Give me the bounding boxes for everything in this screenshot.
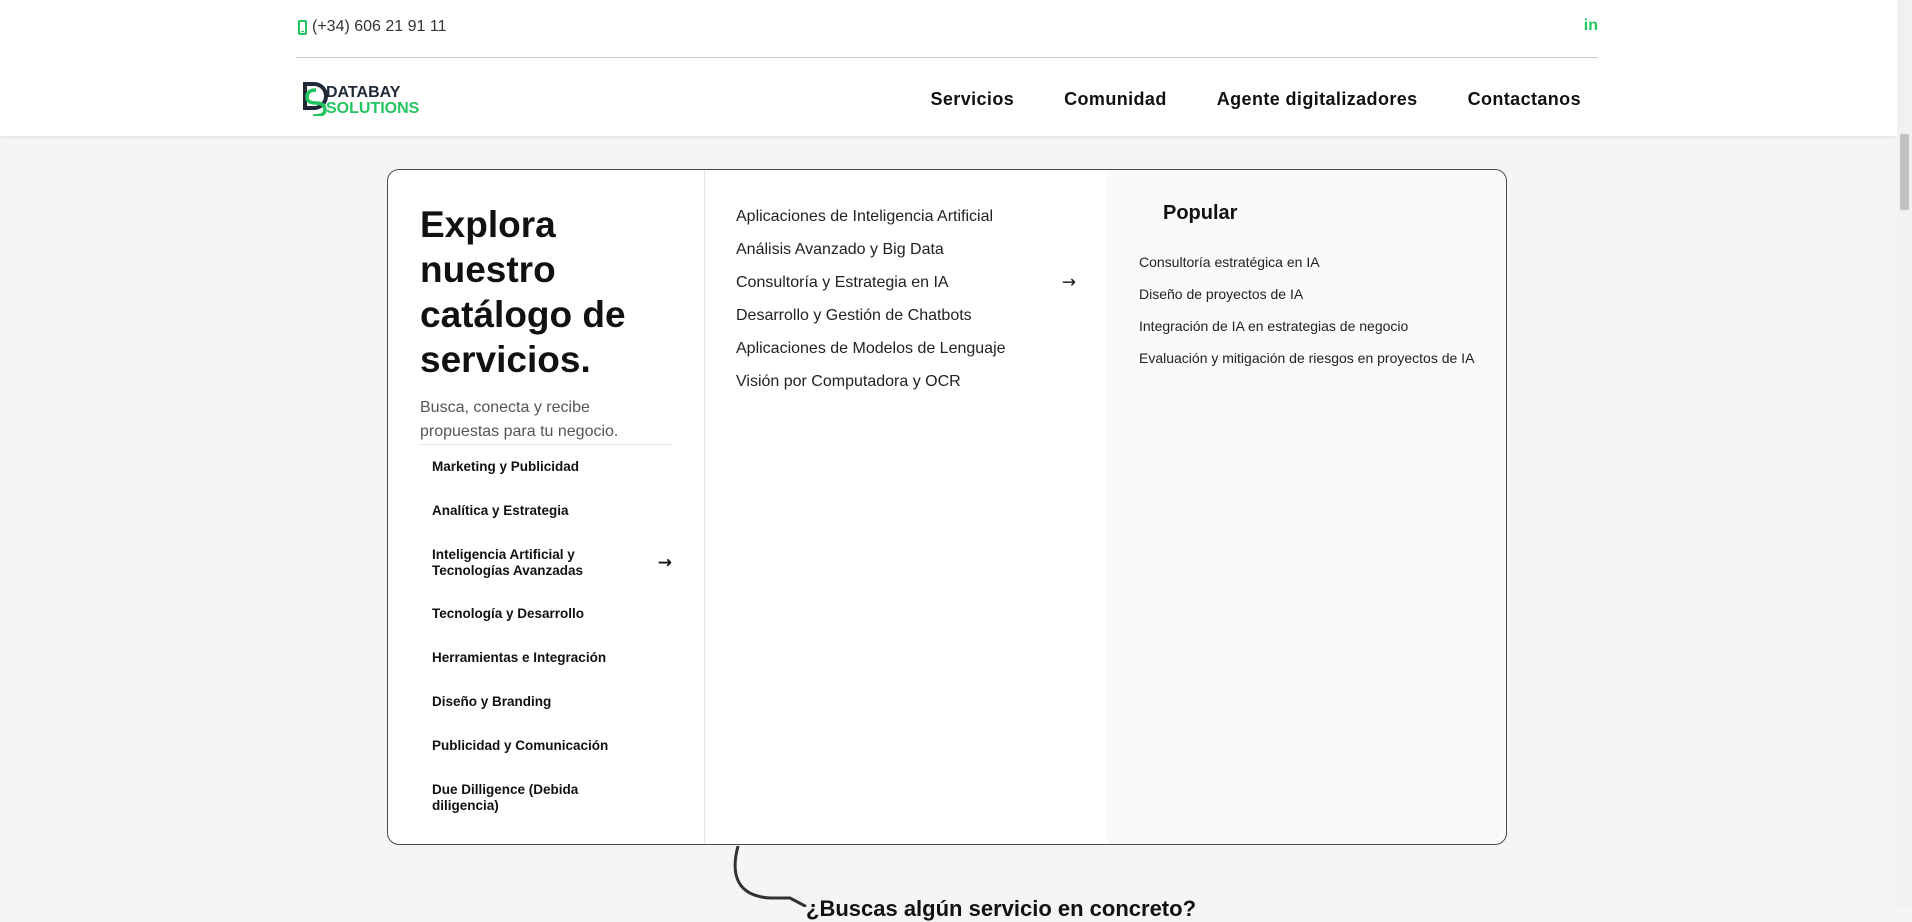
- site-header: (+34) 606 21 91 11 in DATABAY SOLUTIONS …: [0, 0, 1897, 136]
- databay-logo[interactable]: DATABAY SOLUTIONS: [302, 80, 448, 116]
- logo-text-line2: SOLUTIONS: [326, 100, 420, 116]
- category-label: Analítica y Estrategia: [432, 503, 569, 518]
- popular-item[interactable]: Consultoría estratégica en IA: [1139, 246, 1509, 278]
- subcategories-column: Aplicaciones de Inteligencia Artificial …: [704, 170, 1108, 844]
- nav-servicios[interactable]: Servicios: [930, 89, 1014, 110]
- decorative-curve: [733, 846, 807, 907]
- top-bar: (+34) 606 21 91 11 in: [296, 0, 1598, 58]
- phone-contact[interactable]: (+34) 606 21 91 11: [296, 18, 446, 36]
- subcategory-item[interactable]: Aplicaciones de Inteligencia Artificial: [736, 200, 1076, 233]
- category-label: Due Dilligence (Debida diligencia): [432, 782, 579, 813]
- popular-title: Popular: [1163, 202, 1238, 224]
- services-mega-menu: Explora nuestro catálogo de servicios. B…: [387, 169, 1507, 845]
- category-label: Inteligencia Artificial y Tecnologías Av…: [432, 547, 584, 578]
- category-item[interactable]: Tecnología y Desarrollo: [432, 606, 672, 622]
- arrow-right-icon: →: [657, 553, 672, 573]
- category-item[interactable]: Due Dilligence (Debida diligencia): [432, 782, 672, 814]
- popular-item[interactable]: Integración de IA en estrategias de nego…: [1139, 310, 1509, 342]
- nav-agente-digitalizadores[interactable]: Agente digitalizadores: [1217, 89, 1418, 110]
- main-nav: Servicios Comunidad Agente digitalizador…: [930, 89, 1581, 110]
- category-item[interactable]: Herramientas e Integración: [432, 650, 672, 666]
- catalog-subtitle: Busca, conecta y recibe propuestas para …: [420, 399, 619, 440]
- nav-comunidad[interactable]: Comunidad: [1064, 89, 1167, 110]
- nav-contactanos[interactable]: Contactanos: [1468, 89, 1581, 110]
- phone-icon: [298, 19, 307, 35]
- popular-item[interactable]: Evaluación y mitigación de riesgos en pr…: [1139, 342, 1509, 374]
- category-label: Marketing y Publicidad: [432, 459, 580, 474]
- page-scrollbar[interactable]: [1897, 0, 1912, 907]
- category-item[interactable]: Analítica y Estrategia: [432, 503, 672, 519]
- category-label: Publicidad y Comunicación: [432, 738, 609, 753]
- subcategory-list: Aplicaciones de Inteligencia Artificial …: [736, 200, 1076, 398]
- popular-item[interactable]: Diseño de proyectos de IA: [1139, 278, 1509, 310]
- category-label: Herramientas e Integración: [432, 650, 607, 665]
- scrollbar-thumb[interactable]: [1900, 134, 1909, 210]
- logo-s-shape: [305, 88, 327, 116]
- subcategory-item[interactable]: Desarrollo y Gestión de Chatbots: [736, 299, 1076, 332]
- subcategory-item[interactable]: Visión por Computadora y OCR: [736, 365, 1076, 398]
- popular-column: Popular Consultoría estratégica en IA Di…: [1107, 170, 1506, 844]
- category-item[interactable]: Publicidad y Comunicación: [432, 738, 672, 754]
- service-search-teaser: ¿Buscas algún servicio en concreto?: [806, 896, 1197, 921]
- subcategory-item[interactable]: Aplicaciones de Modelos de Lenguaje: [736, 332, 1076, 365]
- categories-column: Explora nuestro catálogo de servicios. B…: [388, 170, 705, 844]
- catalog-title: Explora nuestro catálogo de servicios.: [420, 204, 626, 380]
- divider: [420, 444, 672, 445]
- linkedin-icon[interactable]: in: [1584, 17, 1598, 35]
- category-label: Tecnología y Desarrollo: [432, 606, 585, 621]
- logo-text-line1: DATABAY: [326, 84, 401, 101]
- subcategory-item[interactable]: Análisis Avanzado y Big Data: [736, 233, 1076, 266]
- category-item[interactable]: Diseño y Branding: [432, 694, 672, 710]
- subcategory-item-active[interactable]: Consultoría y Estrategia en IA →: [736, 266, 1076, 299]
- arrow-right-icon: →: [1061, 272, 1076, 292]
- category-item-active[interactable]: Inteligencia Artificial y Tecnologías Av…: [432, 547, 672, 579]
- category-list: Marketing y Publicidad Analítica y Estra…: [432, 459, 672, 842]
- phone-number[interactable]: (+34) 606 21 91 11: [312, 18, 446, 36]
- category-label: Diseño y Branding: [432, 694, 552, 709]
- popular-list: Consultoría estratégica en IA Diseño de …: [1139, 246, 1509, 374]
- subcategory-label: Consultoría y Estrategia en IA: [736, 274, 949, 291]
- category-item[interactable]: Marketing y Publicidad: [432, 459, 672, 475]
